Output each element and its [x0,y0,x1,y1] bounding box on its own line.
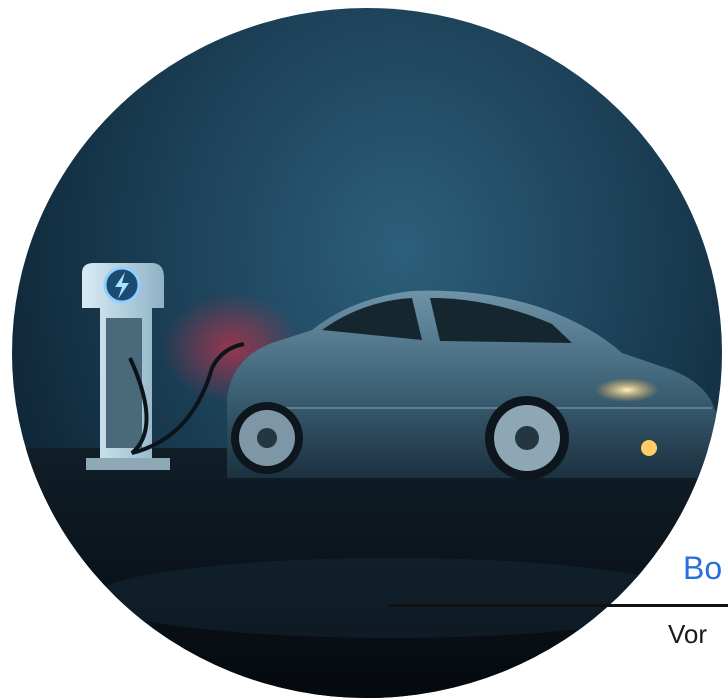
ev-charging-scene [12,263,722,698]
hero-image [12,8,722,698]
caption-divider [388,604,728,607]
electric-car [227,290,717,480]
headlight [595,378,659,402]
caption-title: Bo [683,550,723,586]
caption-subtitle: Vor [668,619,708,649]
fog-light [641,440,657,456]
